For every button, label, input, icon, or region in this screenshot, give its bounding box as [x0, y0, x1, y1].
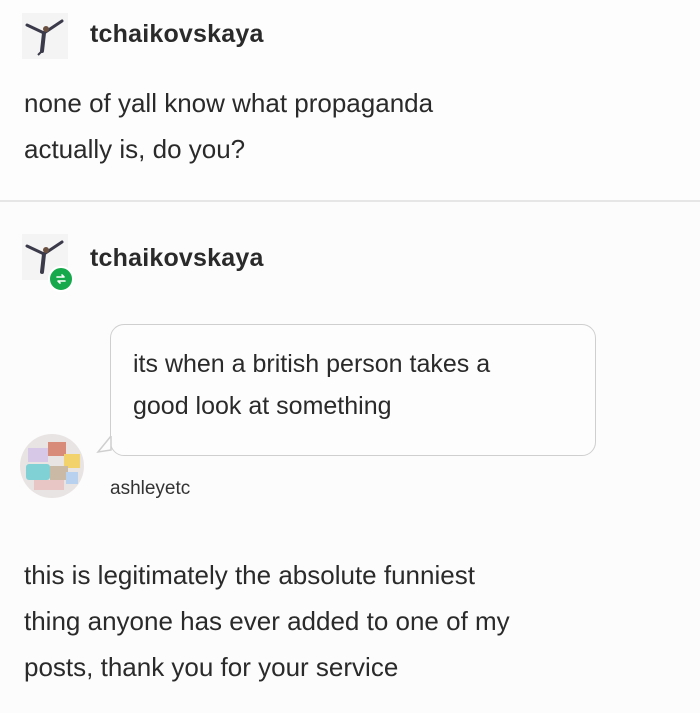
post-body-line-2: actually is, do you?: [24, 134, 246, 164]
post-divider: [0, 200, 700, 202]
bubble-tail: [96, 436, 112, 454]
reblog-username[interactable]: tchaikovskaya: [90, 244, 264, 273]
reblog-icon: [56, 274, 66, 284]
reblog-body-line-2: thing anyone has ever added to one of my: [24, 606, 510, 636]
post-username[interactable]: tchaikovskaya: [90, 20, 264, 49]
dancer-icon: [22, 13, 68, 59]
asker-username[interactable]: ashleyetc: [110, 478, 190, 500]
reblog-badge: [48, 266, 74, 292]
reblog-body-line-3: posts, thank you for your service: [24, 652, 399, 682]
reblog-body-line-1: this is legitimately the absolute funnie…: [24, 560, 475, 590]
answer-line-2: good look at something: [133, 392, 392, 420]
answer-line-1: its when a british person takes a: [133, 350, 491, 378]
collage-icon: [26, 442, 80, 490]
post-body-line-1: none of yall know what propaganda: [24, 88, 434, 118]
asker-avatar[interactable]: [20, 434, 84, 498]
user-avatar[interactable]: [22, 13, 68, 59]
answer-bubble: its when a british person takes a good l…: [110, 324, 596, 456]
answer-text: its when a british person takes a good l…: [133, 343, 490, 427]
